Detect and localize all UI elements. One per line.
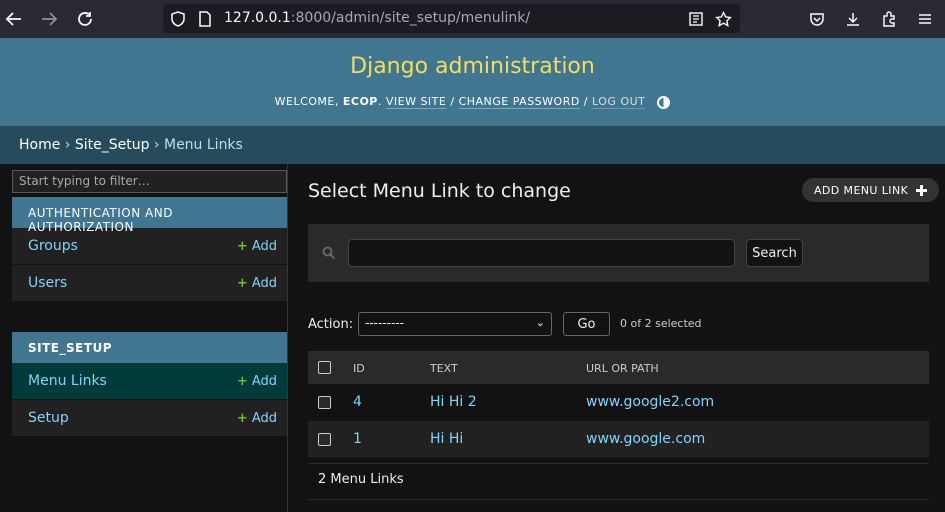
plus-icon: + — [236, 373, 248, 389]
view-site-link[interactable]: VIEW SITE — [385, 95, 447, 109]
add-groups-link[interactable]: + Add — [237, 239, 277, 254]
row-id-link[interactable]: 1 — [353, 431, 362, 447]
sidebar-item-users: Users + Add — [12, 265, 287, 302]
pocket-icon[interactable] — [805, 7, 829, 31]
go-button[interactable]: Go — [563, 312, 610, 336]
address-bar[interactable]: 127.0.0.1:8000/admin/site_setup/menulink… — [163, 4, 740, 33]
row-url-link[interactable]: www.google.com — [586, 431, 705, 447]
breadcrumb-home[interactable]: Home — [19, 137, 60, 153]
sidebar-item-menu-links: Menu Links + Add — [12, 363, 287, 400]
shield-icon[interactable] — [169, 10, 187, 28]
module-auth: AUTHENTICATION AND AUTHORIZATION Groups … — [12, 197, 287, 302]
reload-icon[interactable] — [73, 7, 97, 31]
add-menu-links-link[interactable]: + Add — [237, 374, 277, 389]
downloads-icon[interactable] — [841, 7, 865, 31]
add-setup-link[interactable]: + Add — [237, 411, 277, 426]
url-host: 127.0.0.1 — [224, 10, 291, 26]
search-input[interactable] — [348, 239, 735, 267]
row-url-link[interactable]: www.google2.com — [586, 394, 714, 410]
add-label: Add — [251, 373, 277, 389]
add-label: Add — [251, 410, 277, 426]
breadcrumb-current: Menu Links — [163, 137, 243, 153]
username: ECOP — [342, 95, 378, 108]
search-button[interactable]: Search — [746, 239, 803, 267]
action-select[interactable]: --------- ⌄ — [358, 312, 552, 336]
main-content: Select Menu Link to change ADD MENU LINK… — [289, 164, 945, 512]
plus-icon — [916, 184, 928, 196]
url-text[interactable]: 127.0.0.1:8000/admin/site_setup/menulink… — [224, 10, 530, 26]
separator: / — [446, 95, 459, 108]
row-text-link[interactable]: Hi Hi — [430, 431, 463, 447]
nav-filter-input[interactable]: Start typing to filter… — [12, 170, 287, 193]
search-toolbar: Search — [308, 224, 929, 282]
add-label: Add — [251, 238, 277, 254]
back-arrow-icon[interactable] — [2, 7, 26, 31]
breadcrumb: Home › Site_Setup › Menu Links — [0, 126, 945, 164]
log-out-link[interactable]: LOG OUT — [592, 95, 646, 109]
change-password-link[interactable]: CHANGE PASSWORD — [458, 95, 580, 109]
add-users-link[interactable]: + Add — [237, 276, 277, 291]
user-tools: WELCOME, ECOP. VIEW SITE / CHANGE PASSWO… — [0, 95, 945, 109]
selected-count: 0 of 2 selected — [620, 317, 702, 330]
actions-bar: Action: --------- ⌄ Go 0 of 2 selected — [308, 312, 929, 338]
module-caption[interactable]: SITE_SETUP — [12, 332, 287, 363]
add-label: Add — [251, 275, 277, 291]
breadcrumb-separator: › — [60, 137, 75, 153]
row-checkbox[interactable] — [318, 396, 331, 409]
extensions-icon[interactable] — [877, 7, 901, 31]
nav-sidebar: Start typing to filter… AUTHENTICATION A… — [0, 164, 288, 512]
forward-arrow-icon[interactable] — [37, 7, 61, 31]
theme-toggle-icon[interactable] — [657, 95, 671, 109]
page-title: Select Menu Link to change — [308, 180, 571, 202]
site-branding[interactable]: Django administration — [0, 54, 945, 79]
module-site-setup: SITE_SETUP Menu Links + Add Setup + Add — [12, 332, 287, 437]
separator: / — [579, 95, 593, 108]
url-path: :8000/admin/site_setup/menulink/ — [290, 10, 531, 26]
plus-icon: + — [236, 275, 248, 291]
browser-toolbar: 127.0.0.1:8000/admin/site_setup/menulink… — [0, 0, 945, 38]
row-text-link[interactable]: Hi Hi 2 — [430, 394, 477, 410]
table-header: ID TEXT URL OR PATH — [308, 351, 929, 384]
reader-view-icon[interactable] — [687, 10, 705, 28]
row-id-link[interactable]: 4 — [353, 394, 362, 410]
plus-icon: + — [236, 410, 248, 426]
column-header-id[interactable]: ID — [353, 362, 365, 375]
sidebar-item-label[interactable]: Users — [28, 275, 67, 291]
add-button-label: ADD MENU LINK — [814, 183, 909, 197]
column-header-url[interactable]: URL OR PATH — [586, 362, 659, 375]
sidebar-item-setup: Setup + Add — [12, 400, 287, 437]
welcome-text: WELCOME, — [274, 95, 343, 108]
action-selected-value: --------- — [365, 316, 404, 330]
table-row: 1 Hi Hi www.google.com — [308, 421, 929, 458]
add-menu-link-button[interactable]: ADD MENU LINK — [802, 178, 940, 202]
table-row: 4 Hi Hi 2 www.google2.com — [308, 384, 929, 421]
row-checkbox[interactable] — [318, 433, 331, 446]
menu-icon[interactable] — [913, 7, 937, 31]
module-caption[interactable]: AUTHENTICATION AND AUTHORIZATION — [12, 197, 287, 234]
action-label: Action: — [308, 317, 354, 332]
column-header-text[interactable]: TEXT — [430, 362, 458, 375]
breadcrumb-separator: › — [149, 137, 164, 153]
plus-icon: + — [236, 238, 248, 254]
admin-header: Django administration WELCOME, ECOP. VIE… — [0, 38, 945, 126]
bookmark-star-icon[interactable] — [714, 10, 732, 28]
sidebar-item-label[interactable]: Setup — [28, 410, 69, 426]
sidebar-item-label[interactable]: Menu Links — [28, 373, 107, 389]
chevron-down-icon: ⌄ — [535, 316, 545, 329]
breadcrumb-app[interactable]: Site_Setup — [75, 137, 150, 153]
sidebar-item-label[interactable]: Groups — [28, 238, 78, 254]
paginator: 2 Menu Links — [308, 463, 929, 500]
search-icon — [322, 246, 336, 260]
select-all-checkbox[interactable] — [318, 361, 331, 374]
page-icon[interactable] — [196, 10, 214, 28]
result-list-table: ID TEXT URL OR PATH 4 Hi Hi 2 www.google… — [308, 351, 929, 458]
